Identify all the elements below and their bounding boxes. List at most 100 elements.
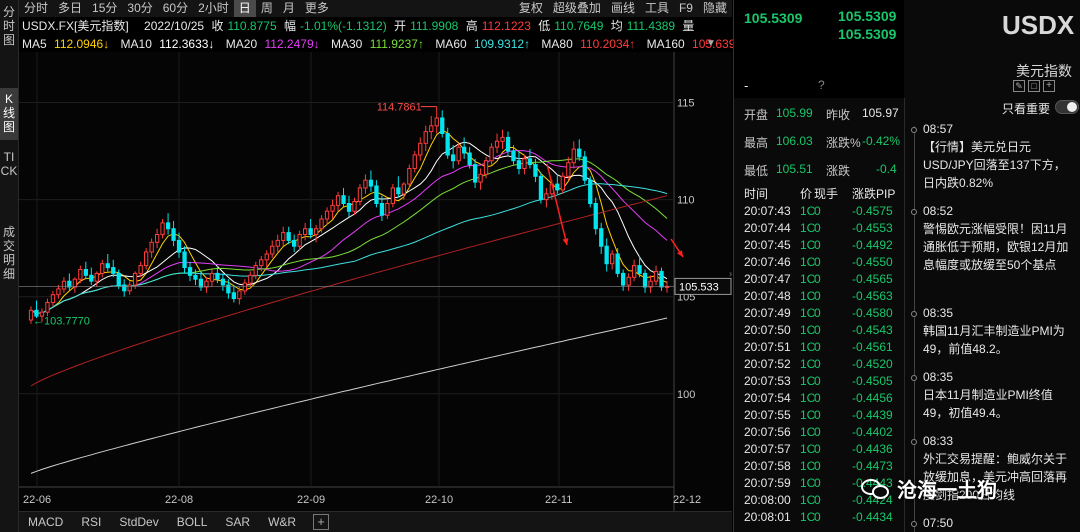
trade-row: 20:07:55 1C 0 -0.4439: [734, 407, 904, 423]
news-time: 08:33: [923, 434, 954, 448]
trades-header: 时间 价 现手 涨跌PIP: [744, 187, 896, 201]
candle-body: [275, 239, 280, 247]
tools-button[interactable]: 工具: [640, 0, 674, 17]
news-item[interactable]: 【行情】美元兑日元USD/JPY回落至137下方，日内跌0.82%: [923, 138, 1073, 192]
tab-macd[interactable]: MACD: [19, 512, 72, 532]
trade-volume: 0: [814, 272, 821, 286]
add-indicator-icon[interactable]: +: [313, 514, 330, 530]
ma-collapse-icon[interactable]: ▼: [706, 38, 716, 49]
news-item[interactable]: 日本11月制造业PMI终值49，初值49.4。: [923, 386, 1073, 422]
candle-body: [423, 131, 428, 144]
candle-body: [182, 251, 187, 268]
low-annotation: ←103.7770: [33, 315, 90, 327]
panel-expand-icon: »: [729, 268, 732, 278]
news-time: 08:52: [923, 204, 954, 218]
candle-body: [610, 253, 615, 265]
candle-body: [187, 267, 193, 276]
candle-body: [346, 203, 352, 212]
period-day[interactable]: 日: [233, 0, 256, 17]
tab-rsi[interactable]: RSI: [72, 512, 110, 532]
tab-stddev[interactable]: StdDev: [110, 512, 167, 532]
kline-chart[interactable]: 114.7861←103.7770 115110105100105.53322-…: [19, 52, 732, 511]
add-watch-icon[interactable]: +: [1043, 80, 1055, 92]
ma60-legend: MA60 109.9312↑: [435, 37, 531, 51]
ma5-legend: MA5 112.0946↓: [22, 37, 110, 51]
period-more[interactable]: 更多: [300, 0, 334, 17]
candle-body: [133, 272, 138, 286]
trade-pip: -0.4520: [852, 357, 893, 371]
news-item[interactable]: 警惕欧元涨幅受限！因11月通胀低于预期，欧银12月加息幅度或放缓至50个基点: [923, 220, 1073, 274]
tab-kline[interactable]: K线图: [0, 88, 18, 140]
overlay-button[interactable]: 超级叠加: [548, 0, 606, 17]
trade-row: 20:07:44 1C 0 -0.4553: [734, 220, 904, 236]
trade-pip: -0.4543: [852, 323, 893, 337]
trade-time: 20:07:59: [744, 476, 791, 490]
trade-time: 20:08:00: [744, 493, 791, 507]
window-icon[interactable]: □: [1028, 80, 1040, 92]
candle-body: [445, 133, 450, 156]
hide-button[interactable]: 隐藏: [698, 0, 732, 17]
period-intraday[interactable]: 分时: [19, 0, 53, 17]
timeline-dot: [911, 439, 917, 445]
candle-body: [259, 259, 264, 267]
trade-pip: -0.4561: [852, 340, 893, 354]
news-item[interactable]: 韩国11月汇丰制造业PMI为49，前值48.2。: [923, 322, 1073, 358]
candle-body: [155, 234, 160, 243]
period-month[interactable]: 月: [278, 0, 300, 17]
candle-body: [253, 265, 258, 276]
candle-body: [308, 228, 313, 235]
trade-volume: 0: [814, 510, 821, 524]
news-time: 08:35: [923, 370, 954, 384]
trade-time: 20:07:52: [744, 357, 791, 371]
ma160-legend: MA160 105.6398: [646, 37, 743, 51]
period-multiday[interactable]: 多日: [53, 0, 87, 17]
time-tick-label: 22-11: [545, 494, 572, 506]
period-30min[interactable]: 30分: [122, 0, 157, 17]
date-label: 2022/10/25: [144, 19, 205, 33]
f9-button[interactable]: F9: [674, 0, 698, 17]
trade-volume: 0: [814, 221, 821, 235]
ma-legend-row: MA5 112.0946↓ MA10 112.3633↓ MA20 112.24…: [22, 35, 750, 53]
trade-row: 20:07:47 1C 0 -0.4565: [734, 271, 904, 287]
tab-trade-detail[interactable]: 成交明细: [0, 222, 18, 292]
tab-intraday[interactable]: 分时图: [0, 2, 18, 47]
trade-pip: -0.4553: [852, 221, 893, 235]
trade-time: 20:07:50: [744, 323, 791, 337]
tab-wr[interactable]: W&R: [259, 512, 305, 532]
candle-body: [335, 195, 341, 206]
candle-body: [341, 195, 346, 204]
adjust-button[interactable]: 复权: [514, 0, 548, 17]
trade-volume: 0: [814, 255, 821, 269]
candle-body: [89, 274, 94, 282]
candle-body: [653, 270, 659, 282]
last-price: 105.5309: [744, 10, 803, 26]
candle-body: [149, 241, 154, 253]
candle-body: [626, 276, 631, 286]
period-week[interactable]: 周: [256, 0, 278, 17]
bid-price: 105.5309: [838, 8, 897, 24]
draw-line-button[interactable]: 画线: [606, 0, 640, 17]
important-only-toggle[interactable]: [1055, 100, 1079, 114]
trade-volume: 0: [814, 374, 821, 388]
left-vertical-tabs: 分时图 K线图 TICK 成交明细: [0, 0, 19, 532]
candle-body: [281, 232, 286, 241]
trade-pip: -0.4565: [852, 272, 893, 286]
candle-body: [352, 201, 357, 212]
period-2hour[interactable]: 2小时: [193, 0, 234, 17]
current-price-label: 105.533: [679, 281, 719, 293]
period-15min[interactable]: 15分: [87, 0, 122, 17]
tab-tick[interactable]: TICK: [0, 148, 18, 212]
trade-row: 20:07:48 1C 0 -0.4563: [734, 288, 904, 304]
tab-boll[interactable]: BOLL: [168, 512, 217, 532]
tab-sar[interactable]: SAR: [216, 512, 259, 532]
candle-body: [209, 272, 215, 282]
candle-body: [593, 203, 598, 230]
candle-body: [198, 278, 204, 288]
trade-volume: 0: [814, 357, 821, 371]
candle-body: [237, 290, 242, 300]
candle-body: [642, 272, 648, 288]
edit-icon[interactable]: ✎: [1013, 80, 1025, 92]
news-feed[interactable]: 只看重要 08:57 【行情】美元兑日元USD/JPY回落至137下方，日内跌0.…: [905, 98, 1080, 532]
trade-pip: -0.4456: [852, 391, 893, 405]
period-60min[interactable]: 60分: [158, 0, 193, 17]
